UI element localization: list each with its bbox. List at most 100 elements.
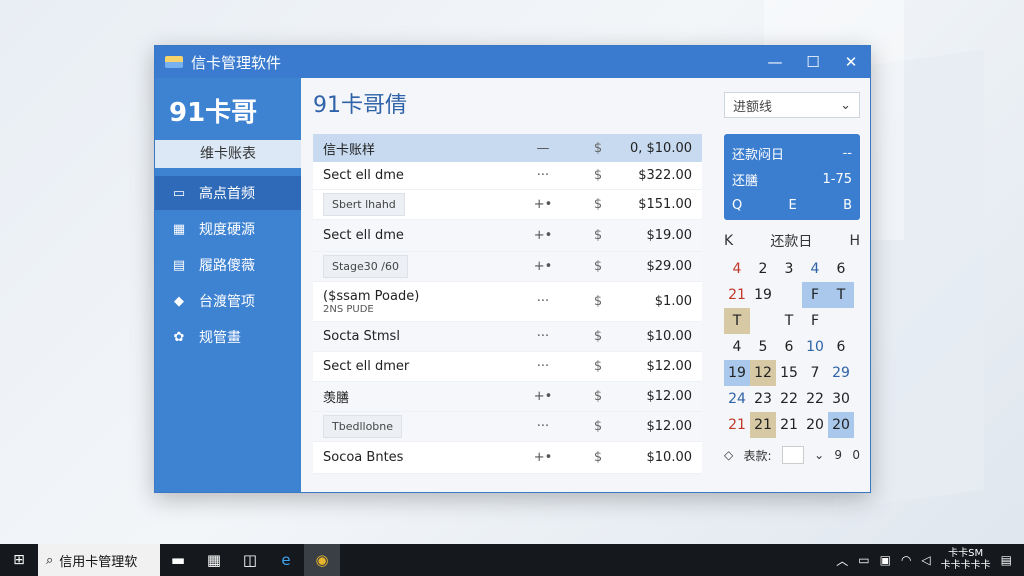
- row-c2: ···: [536, 419, 550, 434]
- calendar-day[interactable]: 22: [802, 386, 828, 412]
- table-row[interactable]: 羡膳 +• $ $12.00: [313, 382, 702, 412]
- sidebar-item-manage[interactable]: ◆ 台渡管项: [155, 284, 301, 318]
- table-row[interactable]: ($ssam Poade) 2NS PUDE ··· $ $1.00: [313, 282, 702, 322]
- chrome-browser-icon[interactable]: ◉: [304, 544, 340, 576]
- notification-icon[interactable]: ▤: [1001, 553, 1012, 567]
- row-amount: $12.00: [646, 359, 693, 374]
- store-icon[interactable]: ▦: [196, 544, 232, 576]
- table-row[interactable]: Tbedllobne ··· $ $12.00: [313, 412, 702, 442]
- sidebar-item-home[interactable]: ▭ 高点首频: [155, 176, 301, 210]
- calendar-day[interactable]: 4: [724, 256, 750, 282]
- filter-select[interactable]: 进额线 ⌄: [724, 92, 860, 118]
- calendar-grid: 4 2 3 4 6 21 19 F T T T F 4 5 6 10 6 19 12 15 7 29 24 23 22 22 30 2…: [724, 256, 860, 438]
- prev-month-button[interactable]: K: [724, 233, 733, 249]
- next-month-button[interactable]: H: [849, 233, 860, 249]
- calendar-footer: ◇ 表款: ⌄ 9 0: [724, 446, 860, 464]
- table-row[interactable]: Sbert lhahd +• $ $151.00: [313, 190, 702, 220]
- shield-icon: ◆: [174, 293, 184, 309]
- row-c3: $: [593, 168, 603, 183]
- taskbar-clock[interactable]: 卡卡SM 卡卡卡卡卡: [941, 548, 991, 572]
- table-row[interactable]: Sect ell dme +• $ $19.00: [313, 220, 702, 252]
- volume-icon[interactable]: ◁: [921, 553, 930, 567]
- calendar-day[interactable]: 30: [828, 386, 854, 412]
- app-card-icon: [165, 56, 183, 68]
- header-name: 信卡账样: [323, 142, 376, 158]
- calendar-day[interactable]: 23: [750, 386, 776, 412]
- table-row[interactable]: Stage30 /60 +• $ $29.00: [313, 252, 702, 282]
- calendar-day[interactable]: 5: [750, 334, 776, 360]
- calendar-day[interactable]: 6: [776, 334, 802, 360]
- row-c2: +•: [533, 197, 553, 212]
- table-row[interactable]: Socoa Bntes +• $ $10.00: [313, 442, 702, 474]
- network-icon[interactable]: ◠: [901, 553, 911, 567]
- calendar-day[interactable]: 10: [802, 334, 828, 360]
- calendar-day[interactable]: 4: [724, 334, 750, 360]
- calendar-day[interactable]: T: [776, 308, 802, 334]
- header-c3: $: [593, 140, 603, 156]
- chevron-down-icon[interactable]: ⌄: [814, 448, 824, 462]
- calendar-day[interactable]: 4: [802, 256, 828, 282]
- calendar-day[interactable]: 19: [750, 282, 776, 308]
- row-name: 羡膳: [323, 391, 350, 406]
- calendar-day[interactable]: 7: [802, 360, 828, 386]
- printer-icon[interactable]: ▣: [880, 553, 891, 567]
- calendar-day[interactable]: [776, 282, 802, 308]
- windows-start-icon[interactable]: ⊞: [0, 552, 38, 568]
- calendar-day[interactable]: 21: [724, 412, 750, 438]
- row-name: Socoa Bntes: [323, 450, 404, 465]
- calendar-day[interactable]: F: [802, 308, 828, 334]
- calendar-day[interactable]: 21: [750, 412, 776, 438]
- row-c3: $: [593, 329, 603, 344]
- calendar-day[interactable]: 2: [750, 256, 776, 282]
- row-name: Socta Stmsl: [323, 329, 400, 344]
- chevron-up-icon[interactable]: ︿: [836, 552, 848, 569]
- clock-time: 卡卡SM: [948, 548, 984, 559]
- calendar-day[interactable]: 21: [724, 282, 750, 308]
- file-explorer-icon[interactable]: ▬: [160, 544, 196, 576]
- minimize-button[interactable]: —: [756, 53, 794, 71]
- taskbar: ⊞ ⌕ 信用卡管理软 ▬ ▦ ◫ e ◉ ︿ ▭ ▣ ◠ ◁ 卡卡SM 卡卡卡卡…: [0, 544, 1024, 576]
- calendar-day[interactable]: 24: [724, 386, 750, 412]
- maximize-button[interactable]: ☐: [794, 53, 832, 71]
- calendar-day[interactable]: T: [828, 282, 854, 308]
- calendar-day[interactable]: 6: [828, 256, 854, 282]
- calendar-day[interactable]: 22: [776, 386, 802, 412]
- document-icon[interactable]: B: [843, 198, 852, 213]
- calendar-day[interactable]: 3: [776, 256, 802, 282]
- calendar-day[interactable]: 6: [828, 334, 854, 360]
- sidebar-item-stats[interactable]: ▦ 规度硬源: [155, 212, 301, 246]
- sidebar-item-settings[interactable]: ✿ 规管畫: [155, 320, 301, 354]
- row-amount: $1.00: [654, 294, 692, 309]
- calendar-day[interactable]: 29: [828, 360, 854, 386]
- edge-browser-icon[interactable]: e: [268, 544, 304, 576]
- app-icon[interactable]: ◫: [232, 544, 268, 576]
- card-list-button[interactable]: 维卡账表: [155, 140, 301, 168]
- calendar-day[interactable]: T: [724, 308, 750, 334]
- row-chip: Sbert lhahd: [323, 193, 405, 216]
- calendar-day[interactable]: 12: [750, 360, 776, 386]
- grid-icon: ▦: [172, 221, 186, 237]
- table-row[interactable]: Socta Stmsl ··· $ $10.00: [313, 322, 702, 352]
- menu-icon[interactable]: E: [789, 198, 797, 213]
- gear-icon: ◇: [724, 448, 734, 462]
- row-amount: $29.00: [646, 259, 693, 274]
- battery-icon[interactable]: ▭: [858, 553, 869, 567]
- calendar-day[interactable]: 21: [776, 412, 802, 438]
- calendar-day[interactable]: 20: [828, 412, 854, 438]
- taskbar-search[interactable]: ⌕ 信用卡管理软: [38, 544, 160, 576]
- table-row[interactable]: Sect ell dme ··· $ $322.00: [313, 162, 702, 190]
- calendar-day[interactable]: 15: [776, 360, 802, 386]
- calendar-day[interactable]: [828, 308, 854, 334]
- row-c3: $: [593, 294, 603, 309]
- row-name: ($ssam Poade): [323, 288, 420, 304]
- sidebar-item-records[interactable]: ▤ 履路傻薇: [155, 248, 301, 282]
- calendar-day[interactable]: F: [802, 282, 828, 308]
- close-button[interactable]: ✕: [832, 53, 870, 71]
- calendar-day[interactable]: 19: [724, 360, 750, 386]
- search-icon[interactable]: Q: [732, 198, 742, 213]
- calendar-day[interactable]: [750, 308, 776, 334]
- table-row[interactable]: Sect ell dmer ··· $ $12.00: [313, 352, 702, 382]
- sidebar-item-label: 履路傻薇: [199, 258, 255, 274]
- calendar-day[interactable]: 20: [802, 412, 828, 438]
- amount-input[interactable]: [781, 446, 804, 464]
